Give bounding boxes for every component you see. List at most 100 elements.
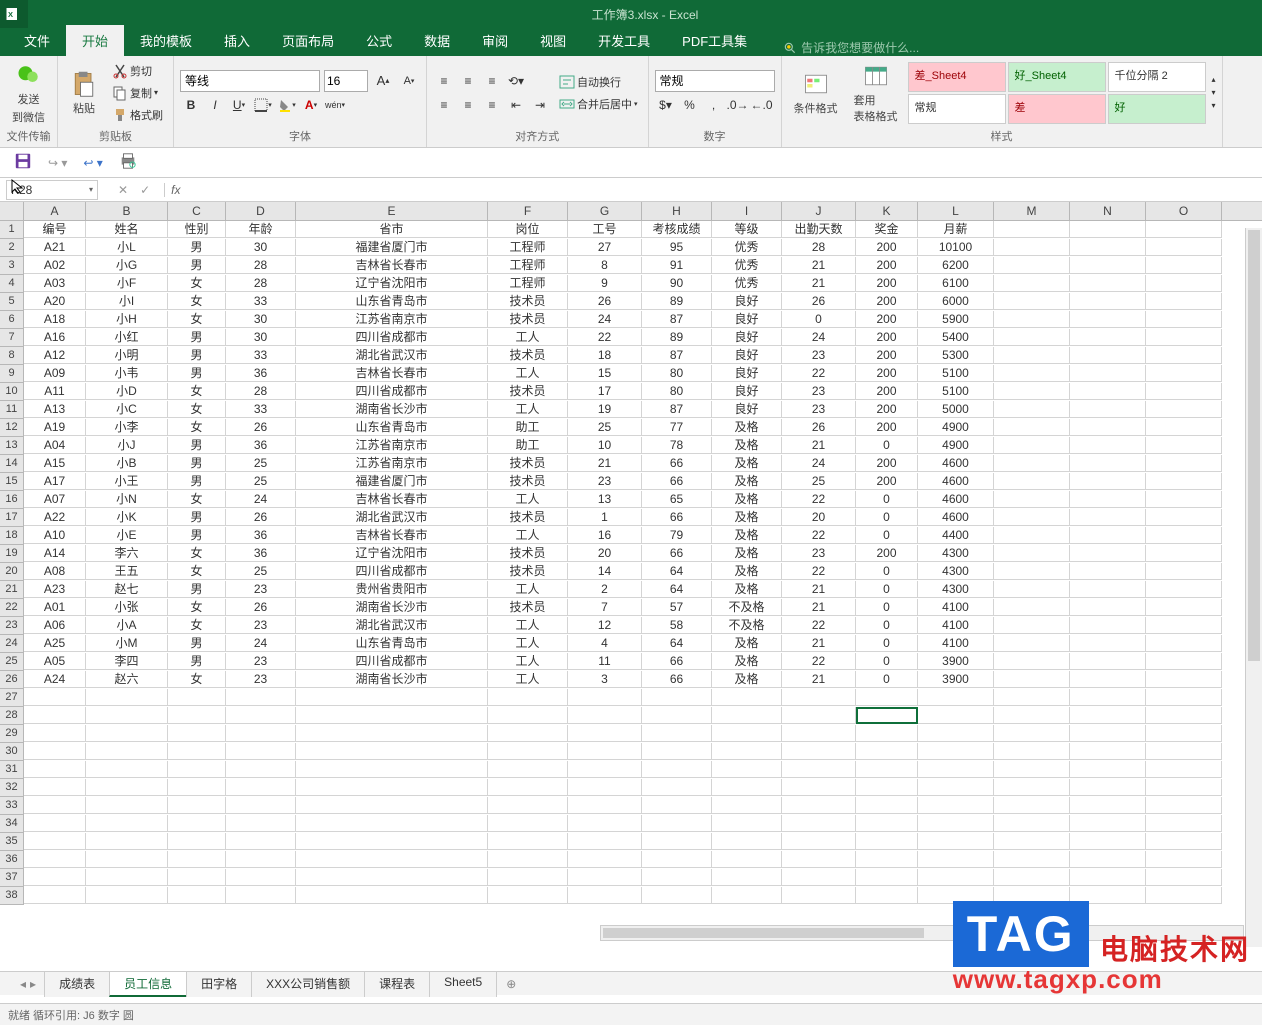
cell[interactable] <box>1070 365 1146 382</box>
cell[interactable]: 小F <box>86 275 168 292</box>
cell[interactable]: 技术员 <box>488 293 568 310</box>
cell[interactable]: 小H <box>86 311 168 328</box>
cell[interactable] <box>1146 833 1222 850</box>
style-more[interactable]: ▾ <box>1212 101 1216 110</box>
cell[interactable]: A14 <box>24 545 86 562</box>
cell[interactable]: 男 <box>168 437 226 454</box>
style-scroll-down[interactable]: ▾ <box>1212 88 1216 97</box>
cell[interactable]: 技术员 <box>488 563 568 580</box>
cell[interactable]: 男 <box>168 455 226 472</box>
cell[interactable] <box>168 743 226 760</box>
tab-home[interactable]: 开始 <box>66 25 124 56</box>
cell[interactable]: 0 <box>856 599 918 616</box>
cell[interactable]: 200 <box>856 473 918 490</box>
cell[interactable]: 女 <box>168 275 226 292</box>
row-header[interactable]: 17 <box>0 509 24 527</box>
cell[interactable] <box>1146 275 1222 292</box>
cell[interactable] <box>856 797 918 814</box>
cell[interactable] <box>994 293 1070 310</box>
cell[interactable]: 200 <box>856 293 918 310</box>
cell[interactable]: 30 <box>226 329 296 346</box>
column-header-H[interactable]: H <box>642 202 712 220</box>
cell[interactable] <box>296 761 488 778</box>
cell[interactable] <box>568 833 642 850</box>
cell[interactable]: 4600 <box>918 509 994 526</box>
cell[interactable]: 工程师 <box>488 275 568 292</box>
cell[interactable]: 王五 <box>86 563 168 580</box>
cell[interactable]: 25 <box>226 473 296 490</box>
cell[interactable]: 女 <box>168 401 226 418</box>
cell[interactable]: 3 <box>568 671 642 688</box>
cell[interactable] <box>1146 473 1222 490</box>
cell[interactable] <box>994 419 1070 436</box>
cell[interactable]: A15 <box>24 455 86 472</box>
row-header[interactable]: 38 <box>0 887 24 905</box>
cell[interactable] <box>488 725 568 742</box>
cell[interactable]: 助工 <box>488 419 568 436</box>
cell[interactable]: 66 <box>642 455 712 472</box>
column-header-B[interactable]: B <box>86 202 168 220</box>
cell[interactable] <box>1146 293 1222 310</box>
cell[interactable]: A19 <box>24 419 86 436</box>
cell[interactable]: 女 <box>168 545 226 562</box>
cell[interactable]: 男 <box>168 653 226 670</box>
cell[interactable]: 0 <box>856 635 918 652</box>
cell[interactable]: 工人 <box>488 617 568 634</box>
cell[interactable]: 26 <box>568 293 642 310</box>
cell[interactable]: 200 <box>856 257 918 274</box>
cell[interactable]: 良好 <box>712 383 782 400</box>
cell[interactable]: 66 <box>642 545 712 562</box>
fx-icon[interactable]: fx <box>171 183 180 197</box>
cell[interactable]: 200 <box>856 383 918 400</box>
cell[interactable]: 小韦 <box>86 365 168 382</box>
cell[interactable]: 66 <box>642 509 712 526</box>
cell[interactable]: 女 <box>168 563 226 580</box>
tab-pdf[interactable]: PDF工具集 <box>666 25 763 56</box>
cell[interactable]: 78 <box>642 437 712 454</box>
cell[interactable]: 小张 <box>86 599 168 616</box>
cell[interactable]: 及格 <box>712 635 782 652</box>
cell[interactable]: 22 <box>782 365 856 382</box>
cell[interactable] <box>856 815 918 832</box>
cell[interactable] <box>782 815 856 832</box>
cell[interactable]: 岗位 <box>488 221 568 238</box>
cell[interactable] <box>642 725 712 742</box>
cell[interactable] <box>168 707 226 724</box>
cell[interactable]: 男 <box>168 239 226 256</box>
cell[interactable] <box>226 851 296 868</box>
currency-icon[interactable]: $▾ <box>655 94 677 116</box>
cell[interactable]: 出勤天数 <box>782 221 856 238</box>
row-header[interactable]: 19 <box>0 545 24 563</box>
cell[interactable]: 57 <box>642 599 712 616</box>
undo-button[interactable]: ↩ ▾ <box>83 156 102 170</box>
cell[interactable]: 湖南省长沙市 <box>296 671 488 688</box>
cell[interactable]: 89 <box>642 293 712 310</box>
cell[interactable]: 200 <box>856 239 918 256</box>
cell[interactable] <box>1146 869 1222 886</box>
cell[interactable]: 4600 <box>918 473 994 490</box>
row-header[interactable]: 16 <box>0 491 24 509</box>
cell[interactable] <box>994 833 1070 850</box>
cell[interactable]: 四川省成都市 <box>296 329 488 346</box>
cell[interactable] <box>86 851 168 868</box>
cell[interactable]: A17 <box>24 473 86 490</box>
decrease-indent-icon[interactable]: ⇤ <box>505 94 527 116</box>
cell[interactable] <box>1070 509 1146 526</box>
cell[interactable] <box>994 725 1070 742</box>
cell[interactable] <box>782 887 856 904</box>
cell[interactable]: 65 <box>642 491 712 508</box>
cell[interactable] <box>918 725 994 742</box>
cell[interactable]: 58 <box>642 617 712 634</box>
cell[interactable]: 28 <box>226 257 296 274</box>
cell[interactable] <box>296 815 488 832</box>
cell[interactable]: 优秀 <box>712 275 782 292</box>
cell[interactable]: 25 <box>226 455 296 472</box>
cell[interactable]: 4 <box>568 635 642 652</box>
cell[interactable]: 良好 <box>712 347 782 364</box>
cell[interactable]: 95 <box>642 239 712 256</box>
cell[interactable] <box>1070 329 1146 346</box>
cell[interactable]: 及格 <box>712 581 782 598</box>
cell[interactable]: 64 <box>642 635 712 652</box>
row-header[interactable]: 15 <box>0 473 24 491</box>
cell[interactable]: A05 <box>24 653 86 670</box>
